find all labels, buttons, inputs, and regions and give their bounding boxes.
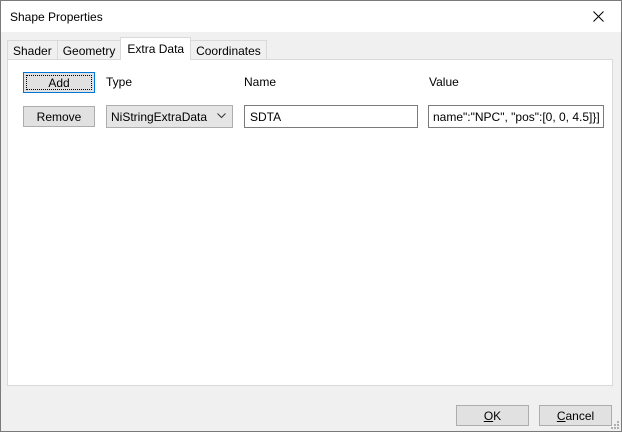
- tab-label: Coordinates: [196, 43, 261, 58]
- value-column-header: Value: [429, 75, 459, 89]
- type-column-header: Type: [106, 75, 133, 89]
- cancel-button-label: Cancel: [557, 409, 594, 423]
- cancel-button[interactable]: Cancel: [539, 405, 612, 426]
- remove-button-label: Remove: [36, 109, 82, 124]
- close-icon: [592, 11, 604, 22]
- tab-label: Extra Data: [127, 42, 185, 56]
- extra-data-panel: Add Type Name Value Remove NiStringExtra…: [7, 59, 613, 386]
- remove-button[interactable]: Remove: [23, 106, 95, 127]
- resize-grip-icon[interactable]: [609, 419, 620, 430]
- ok-button[interactable]: OK: [456, 405, 529, 426]
- cancel-rest: ancel: [565, 408, 595, 423]
- value-field[interactable]: name":"NPC", "pos":[0, 0, 4.5]}]: [428, 105, 604, 128]
- tab-label: Geometry: [62, 43, 116, 58]
- type-dropdown[interactable]: NiStringExtraData: [106, 105, 233, 128]
- tab-geometry[interactable]: Geometry: [56, 40, 122, 60]
- tab-shader[interactable]: Shader: [7, 40, 58, 60]
- name-field-value: SDTA: [250, 109, 282, 124]
- title-bar: Shape Properties: [1, 1, 621, 32]
- type-dropdown-value: NiStringExtraData: [111, 109, 208, 124]
- dialog-window: Shape Properties Shader Geometry Extra D…: [0, 0, 622, 432]
- name-column-header: Name: [244, 75, 277, 89]
- tab-label: Shader: [13, 43, 52, 58]
- chevron-down-icon: [217, 113, 226, 119]
- tab-extra-data[interactable]: Extra Data: [120, 37, 192, 60]
- window-title: Shape Properties: [10, 10, 103, 24]
- tab-coordinates[interactable]: Coordinates: [190, 40, 267, 60]
- ok-button-label: OK: [484, 409, 501, 423]
- ok-accel: O: [483, 408, 494, 423]
- value-field-value: name":"NPC", "pos":[0, 0, 4.5]}]: [433, 109, 600, 124]
- add-button[interactable]: Add: [23, 72, 95, 93]
- close-button[interactable]: [575, 1, 621, 32]
- name-field[interactable]: SDTA: [244, 105, 418, 128]
- ok-rest: K: [493, 408, 502, 423]
- tab-strip: Shader Geometry Extra Data Coordinates: [7, 37, 267, 60]
